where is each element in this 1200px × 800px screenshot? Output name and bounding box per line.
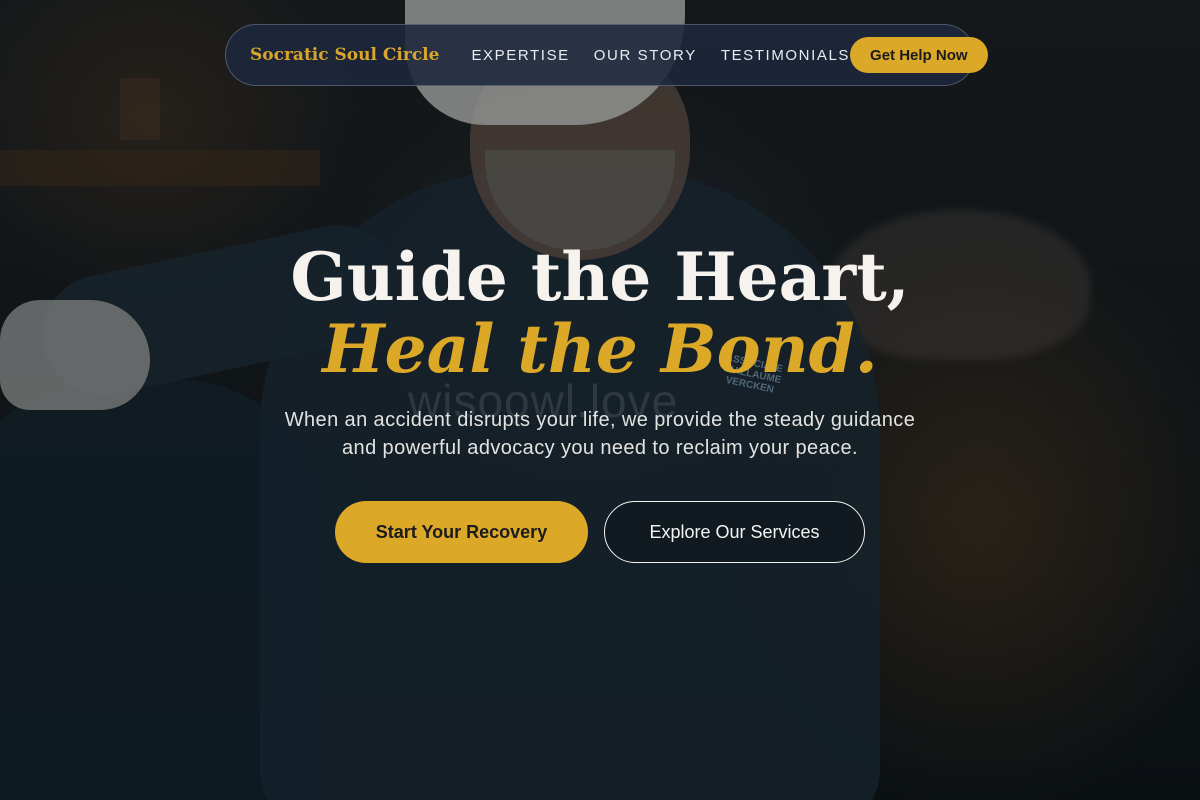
hero-subtext-line2: and powerful advocacy you need to reclai… [342, 437, 858, 459]
explore-services-button[interactable]: Explore Our Services [604, 501, 865, 563]
hero-headline-line2: Heal the Bond. [322, 310, 878, 388]
hero-section: Socratic Soul Circle EXPERTISE OUR STORY… [0, 0, 1200, 800]
nav-link-our-story[interactable]: OUR STORY [594, 47, 697, 64]
hero-subtext: When an accident disrupts your life, we … [200, 406, 1000, 462]
hero-headline-line1: Guide the Heart, [290, 238, 910, 316]
nav-links: EXPERTISE OUR STORY TESTIMONIALS [471, 47, 850, 64]
brand-logo[interactable]: Socratic Soul Circle [250, 45, 439, 65]
top-navbar: Socratic Soul Circle EXPERTISE OUR STORY… [225, 24, 988, 86]
start-recovery-button[interactable]: Start Your Recovery [335, 501, 588, 563]
nav-link-testimonials[interactable]: TESTIMONIALS [721, 47, 850, 64]
hero-subtext-line1: When an accident disrupts your life, we … [284, 409, 916, 431]
get-help-now-button[interactable]: Get Help Now [850, 37, 988, 73]
nav-link-expertise[interactable]: EXPERTISE [471, 47, 569, 64]
